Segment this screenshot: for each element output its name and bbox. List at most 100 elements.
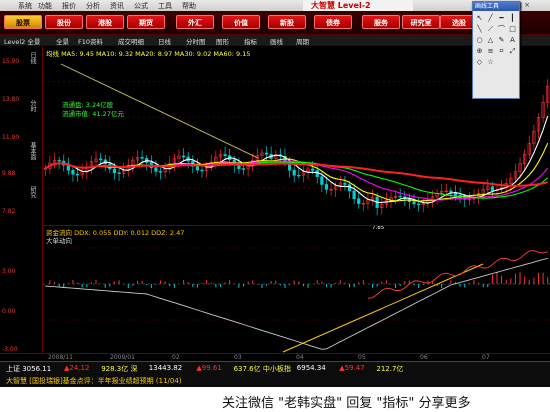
price-tick-label: 13.80: [2, 96, 20, 103]
draw-tool-icon[interactable]: ⤢: [508, 47, 517, 56]
candle-body: [57, 160, 61, 162]
draw-tool-icon[interactable]: □: [508, 25, 517, 34]
menu-item-1[interactable]: 功能: [38, 1, 52, 11]
candle-body: [352, 190, 356, 199]
candle-body: [398, 195, 402, 198]
candle-body: [347, 184, 352, 192]
chart-tab-7[interactable]: 指标: [244, 36, 257, 46]
candle-body: [311, 168, 315, 171]
chart-tab-8[interactable]: 画线: [270, 36, 283, 46]
ticker-item: ▲24.12: [64, 364, 90, 372]
toolbar-button-6[interactable]: 新股: [268, 15, 306, 29]
draw-tool-icon[interactable]: ○: [475, 36, 484, 45]
chart-tab-4[interactable]: 日线: [158, 36, 171, 46]
candle-body: [140, 157, 144, 159]
menu-item-7[interactable]: 帮助: [182, 1, 196, 11]
candle-body: [154, 167, 158, 172]
chart-tab-1[interactable]: 全景: [56, 36, 69, 46]
ticker-item: ▲59.47: [339, 364, 365, 372]
ticker-item: 637.6亿 中小板指: [233, 365, 291, 373]
candle-body: [181, 155, 186, 158]
date-tick-label: 07: [482, 354, 490, 361]
draw-tool-icon[interactable]: ╲: [475, 25, 484, 34]
candle-body: [264, 152, 269, 155]
date-tick-label: 2008/11: [48, 354, 73, 361]
toolbar-button-5[interactable]: 价值: [222, 15, 260, 29]
draw-tool-icon[interactable]: ┃: [508, 14, 517, 23]
draw-tool-icon[interactable]: ━: [497, 14, 506, 23]
price-tick-label: 11.90: [2, 134, 20, 141]
candle-body: [357, 198, 361, 204]
ticker-item: 928.3亿 深: [101, 365, 138, 373]
candle-body: [412, 201, 416, 205]
toolbar-button-2[interactable]: 港股: [86, 15, 124, 29]
news-ticker[interactable]: 大智慧 [国投瑞银]基金点评：半年报业绩超预期 (11/04): [6, 376, 182, 386]
menu-item-4[interactable]: 资讯: [110, 1, 124, 11]
side-nav-label[interactable]: 研究: [28, 186, 37, 198]
draw-tool-icon[interactable]: A: [508, 36, 517, 45]
draw-tool-icon[interactable]: ⟋: [486, 25, 495, 34]
date-tick-label: 06: [420, 354, 428, 361]
candle-body: [75, 173, 80, 176]
side-nav-label[interactable]: 日线: [28, 52, 37, 64]
palette-title: 画线工具: [473, 2, 519, 11]
toolbar-button-0[interactable]: 股票: [4, 15, 42, 29]
candle-body: [71, 169, 75, 175]
draw-tool-icon[interactable]: ⌗: [497, 47, 506, 56]
chart-tab-5[interactable]: 分时图: [186, 36, 206, 46]
side-nav-label[interactable]: 基本面: [28, 142, 37, 160]
function-toolbar: 股票 股份 港股 期货 外汇 价值 新股 债券 服务 研究室 选股: [0, 11, 550, 35]
menu-item-6[interactable]: 工具: [158, 1, 172, 11]
draw-tool-icon[interactable]: ✎: [497, 36, 506, 45]
toolbar-button-3[interactable]: 期货: [127, 15, 165, 29]
toolbar-button-8[interactable]: 服务: [362, 15, 400, 29]
price-tick-label: 15.90: [2, 58, 20, 65]
date-tick-label: 05: [358, 354, 366, 361]
draw-tool-icon[interactable]: ⊕: [475, 47, 484, 56]
draw-tool-icon[interactable]: ╱: [486, 14, 495, 23]
flow-trend-line: [282, 263, 484, 353]
toolbar-button-9[interactable]: 研究室: [402, 15, 440, 29]
draw-tool-icon[interactable]: △: [486, 36, 495, 45]
ticker-item: 212.7亿: [376, 365, 404, 373]
draw-tool-icon[interactable]: ↖: [475, 14, 484, 23]
chart-tab-9[interactable]: 周期: [296, 36, 309, 46]
menu-item-2[interactable]: 报价: [62, 1, 76, 11]
draw-tool-icon[interactable]: ☆: [486, 58, 495, 67]
menu-item-3[interactable]: 分析: [86, 1, 100, 11]
drawing-tool-palette[interactable]: 画线工具 ↖ ╱ ━ ┃ ╲ ⟋ ⌒ □ ○ △ ✎ A ⊕ ≡ ⌗ ⤢ ◇ ☆: [472, 1, 520, 99]
side-nav-label[interactable]: 分时: [28, 100, 37, 112]
toolbar-button-7[interactable]: 债券: [314, 15, 352, 29]
price-tick-label: 7.82: [2, 208, 16, 215]
candle-body: [241, 168, 246, 170]
chart-tab-0[interactable]: Level2 全景: [4, 36, 40, 46]
ma10-line: [45, 142, 549, 202]
candle-body: [99, 158, 103, 161]
candle-body: [490, 186, 494, 191]
menu-item-5[interactable]: 公式: [134, 1, 148, 11]
date-tick-label: 03: [234, 354, 242, 361]
chart-tab-2[interactable]: F10资料: [78, 36, 103, 46]
draw-tool-icon[interactable]: ◇: [475, 58, 484, 67]
menu-item-0[interactable]: 系统: [18, 1, 32, 11]
draw-tool-icon[interactable]: ≡: [486, 47, 495, 56]
ma-legend: 均线 MA5: 9.45 MA10: 9.32 MA20: 8.97 MA30:…: [46, 50, 251, 58]
date-tick-label: 04: [296, 354, 304, 361]
signal-line: [367, 250, 548, 299]
chart-tab-6[interactable]: 图形: [216, 36, 229, 46]
toolbar-button-4[interactable]: 外汇: [176, 15, 214, 29]
draw-tool-icon[interactable]: ⌒: [497, 25, 506, 34]
watermark-text: 关注微信 "老韩实盘" 回复 "指标" 分享更多: [222, 396, 471, 411]
indicator-chart[interactable]: [43, 225, 550, 354]
indicator-tick-label: 3.00: [2, 268, 16, 275]
candle-body: [158, 171, 163, 173]
toolbar-button-1[interactable]: 股份: [45, 15, 83, 29]
chart-tab-row: Level2 全景 全景 F10资料 成交明细 日线 分时图 图形 指标 画线 周期: [0, 35, 550, 46]
chart-tab-3[interactable]: 成交明细: [118, 36, 144, 46]
ma5-line: [45, 115, 549, 204]
ticker-item: ▲99.61: [196, 364, 222, 372]
ticker-item: 13443.82: [148, 364, 183, 372]
candle-body: [449, 190, 453, 193]
price-axis: 15.90 13.80 11.90 9.88 7.82 日线 分时 基本面 研究 3.00 0.00…: [0, 46, 43, 359]
indicator-tick-label: -3.00: [2, 346, 18, 353]
